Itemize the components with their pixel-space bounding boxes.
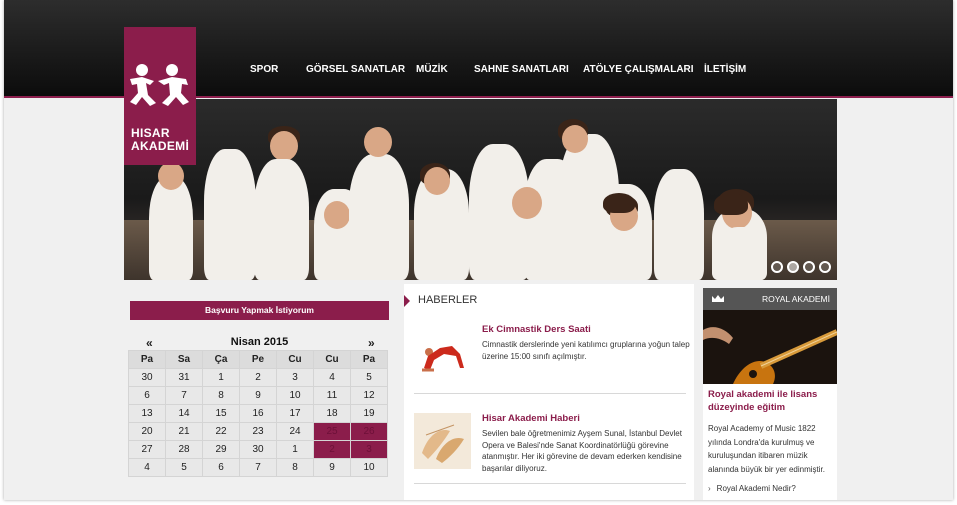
news-item-title[interactable]: Ek Cimnastik Ders Saati (482, 324, 591, 335)
calendar-day[interactable]: 15 (203, 405, 240, 423)
news-item-text: Sevilen bale öğretmenimiz Ayşem Sunal, İ… (482, 429, 682, 473)
calendar-day[interactable]: 10 (351, 459, 388, 477)
calendar-day[interactable]: 8 (277, 459, 314, 477)
royal-panel: ROYAL AKADEMİ Royal akademi ile lisans d… (703, 288, 837, 500)
slider-dot-3[interactable] (803, 261, 815, 273)
royal-title[interactable]: Royal akademi ile lisans düzeyinde eğiti… (708, 388, 834, 414)
logo-text: HISAR AKADEMİ (131, 127, 189, 153)
calendar-day[interactable]: 7 (166, 387, 203, 405)
calendar-day[interactable]: 4 (314, 369, 351, 387)
calendar-header: « Nisan 2015 » (130, 336, 389, 350)
calendar-weekday: Pe (240, 351, 277, 369)
calendar-day[interactable]: 30 (240, 441, 277, 459)
royal-header-title: ROYAL AKADEMİ (761, 294, 830, 304)
calendar-day[interactable]: 18 (314, 405, 351, 423)
slider-dot-1[interactable] (771, 261, 783, 273)
calendar-grid: Pa Sa Ça Pe Cu Cu Pa 30 31 1 2 3 4 5 6 7 8 9 10 11 12 13 14 15 1… (128, 350, 388, 477)
calendar-day[interactable]: 1 (203, 369, 240, 387)
calendar-day[interactable]: 4 (129, 459, 166, 477)
calendar-day[interactable]: 30 (129, 369, 166, 387)
calendar-title: Nisan 2015 (230, 336, 289, 348)
calendar-day[interactable]: 9 (314, 459, 351, 477)
calendar-day[interactable]: 17 (277, 405, 314, 423)
news-item-text: Cimnastik derslerinde yeni katılımcı gru… (482, 340, 690, 361)
royal-more-link-label: Royal Akademi Nedir? (716, 484, 796, 493)
calendar-day[interactable]: 7 (240, 459, 277, 477)
crown-icon (712, 295, 724, 302)
calendar-day[interactable]: 19 (351, 405, 388, 423)
children-logo-icon (130, 64, 189, 106)
nav-item-iletisim[interactable]: İLETİŞİM (704, 64, 746, 75)
calendar-day[interactable]: 20 (129, 423, 166, 441)
calendar-day-highlighted[interactable]: 3 (351, 441, 388, 459)
page-frame: SPOR GÖRSEL SANATLAR MÜZİK SAHNE SANATLA… (4, 0, 953, 500)
calendar-weekday: Sa (166, 351, 203, 369)
divider (414, 393, 686, 394)
royal-text: Royal Academy of Music 1822 yılında Lond… (708, 424, 825, 474)
calendar-day-highlighted[interactable]: 26 (351, 423, 388, 441)
apply-button[interactable]: Başvuru Yapmak İstiyorum (130, 301, 389, 320)
calendar-day[interactable]: 6 (129, 387, 166, 405)
slider-dot-2[interactable] (787, 261, 799, 273)
calendar-day[interactable]: 2 (240, 369, 277, 387)
nav-item-gorsel-sanatlar[interactable]: GÖRSEL SANATLAR (306, 64, 405, 75)
calendar-weekday: Ça (203, 351, 240, 369)
calendar-next-button[interactable]: » (368, 336, 375, 350)
calendar-day[interactable]: 1 (277, 441, 314, 459)
calendar-day[interactable]: 5 (351, 369, 388, 387)
calendar-weekday: Cu (277, 351, 314, 369)
chevron-right-icon: › (708, 484, 711, 493)
logo-text-line2: AKADEMİ (131, 139, 190, 153)
calendar-day[interactable]: 31 (166, 369, 203, 387)
calendar-day[interactable]: 21 (166, 423, 203, 441)
news-panel: HABERLER Ek Cimnastik Ders Saati Cimnast… (404, 284, 694, 500)
divider (414, 483, 686, 484)
calendar-day[interactable]: 28 (166, 441, 203, 459)
nav-item-spor[interactable]: SPOR (250, 64, 278, 75)
nav-item-muzik[interactable]: MÜZİK (416, 64, 448, 75)
nav-item-atolye-calismalari[interactable]: ATÖLYE ÇALIŞMALARI (583, 64, 694, 75)
calendar-weekday: Pa (351, 351, 388, 369)
calendar-day[interactable]: 5 (166, 459, 203, 477)
slider-dot-4[interactable] (819, 261, 831, 273)
site-logo[interactable]: HISAR AKADEMİ (124, 27, 196, 165)
calendar-day[interactable]: 29 (203, 441, 240, 459)
calendar-day[interactable]: 24 (277, 423, 314, 441)
hero-slider[interactable] (124, 99, 837, 280)
calendar-day[interactable]: 10 (277, 387, 314, 405)
calendar-day-highlighted[interactable]: 25 (314, 423, 351, 441)
news-arrow-icon (404, 295, 410, 307)
ballet-shoes-icon (414, 413, 471, 469)
calendar-day[interactable]: 6 (203, 459, 240, 477)
calendar-day[interactable]: 11 (314, 387, 351, 405)
calendar-day[interactable]: 14 (166, 405, 203, 423)
calendar-day[interactable]: 8 (203, 387, 240, 405)
calendar-day[interactable]: 13 (129, 405, 166, 423)
gymnast-icon (414, 324, 471, 380)
slider-dots (771, 261, 831, 273)
calendar-day[interactable]: 9 (240, 387, 277, 405)
calendar-day-highlighted[interactable]: 2 (314, 441, 351, 459)
calendar-day[interactable]: 27 (129, 441, 166, 459)
calendar-day[interactable]: 12 (351, 387, 388, 405)
calendar-day[interactable]: 22 (203, 423, 240, 441)
news-header: HABERLER (418, 294, 478, 306)
calendar-day[interactable]: 23 (240, 423, 277, 441)
calendar-weekday: Pa (129, 351, 166, 369)
royal-more-link[interactable]: › Royal Akademi Nedir? (708, 484, 796, 493)
nav-item-sahne-sanatlari[interactable]: SAHNE SANATLARI (474, 64, 569, 75)
calendar-day[interactable]: 16 (240, 405, 277, 423)
royal-header: ROYAL AKADEMİ (703, 288, 837, 310)
calendar-weekday: Cu (314, 351, 351, 369)
guitar-photo (703, 310, 837, 384)
news-item-title[interactable]: Hisar Akademi Haberi (482, 413, 580, 424)
calendar-day[interactable]: 3 (277, 369, 314, 387)
